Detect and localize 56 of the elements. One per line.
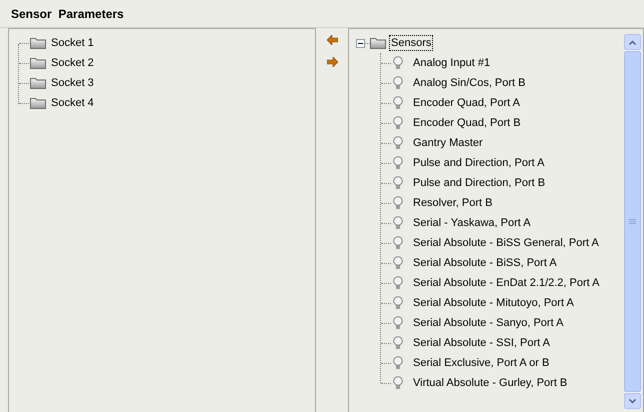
scroll-down-button[interactable] [624,393,641,409]
tree-item[interactable]: Socket 2 [49,55,96,71]
light-bulb-icon [393,196,403,210]
folder-icon [30,97,46,109]
tree-item[interactable]: Socket 3 [49,75,96,91]
light-bulb-icon [393,116,403,130]
tree-item[interactable]: Serial Absolute - SSI, Port A [411,335,552,351]
minus-icon [358,40,363,46]
scroll-up-button[interactable] [624,34,641,50]
light-bulb-icon [393,96,403,110]
grip-icon [629,218,636,224]
light-bulb-icon [393,136,403,150]
tree-item[interactable]: Serial Absolute - EnDat 2.1/2.2, Port A [411,275,602,291]
tree-item[interactable]: Serial - Yaskawa, Port A [411,215,533,231]
folder-icon [30,57,46,69]
light-bulb-icon [393,156,403,170]
tree-item[interactable]: Socket 4 [49,95,96,111]
tree-item[interactable]: Serial Exclusive, Port A or B [411,355,552,371]
tree-item[interactable]: Serial Absolute - BiSS General, Port A [411,235,601,251]
light-bulb-icon [393,236,403,250]
tree-item[interactable]: Serial Absolute - Mitutoyo, Port A [411,295,576,311]
light-bulb-icon [393,56,403,70]
light-bulb-icon [393,216,403,230]
tree-item[interactable]: Socket 1 [49,35,96,51]
light-bulb-icon [393,256,403,270]
light-bulb-icon [393,376,403,390]
move-right-button[interactable] [325,55,339,69]
tree-item[interactable]: Sensors [389,35,434,51]
light-bulb-icon [393,316,403,330]
tree-item[interactable]: Pulse and Direction, Port B [411,175,548,191]
light-bulb-icon [393,356,403,370]
chevron-down-icon [629,398,636,404]
tree-item[interactable]: Serial Absolute - BiSS, Port A [411,255,559,271]
arrow-right-icon [326,57,338,67]
chevron-up-icon [629,40,636,44]
tree-item[interactable]: Analog Input #1 [411,55,492,71]
light-bulb-icon [393,76,403,90]
light-bulb-icon [393,296,403,310]
light-bulb-icon [393,276,403,290]
collapse-toggle[interactable] [356,38,365,48]
tree-item[interactable]: Encoder Quad, Port B [411,115,523,131]
tree-item[interactable]: Pulse and Direction, Port A [411,155,546,171]
tree-item[interactable]: Analog Sin/Cos, Port B [411,75,528,91]
light-bulb-icon [393,336,403,350]
folder-icon [30,37,46,49]
move-left-button[interactable] [325,33,339,47]
tree-item[interactable]: Serial Absolute - Sanyo, Port A [411,315,566,331]
tree-item[interactable]: Encoder Quad, Port A [411,95,522,111]
folder-icon [30,77,46,89]
light-bulb-icon [393,176,403,190]
tree-item[interactable]: Virtual Absolute - Gurley, Port B [411,375,570,391]
tree-item[interactable]: Resolver, Port B [411,195,494,211]
folder-icon [370,37,386,49]
arrow-left-icon [326,35,338,45]
tree-item[interactable]: Gantry Master [411,135,485,151]
section-title: Sensor Parameters [11,6,124,22]
